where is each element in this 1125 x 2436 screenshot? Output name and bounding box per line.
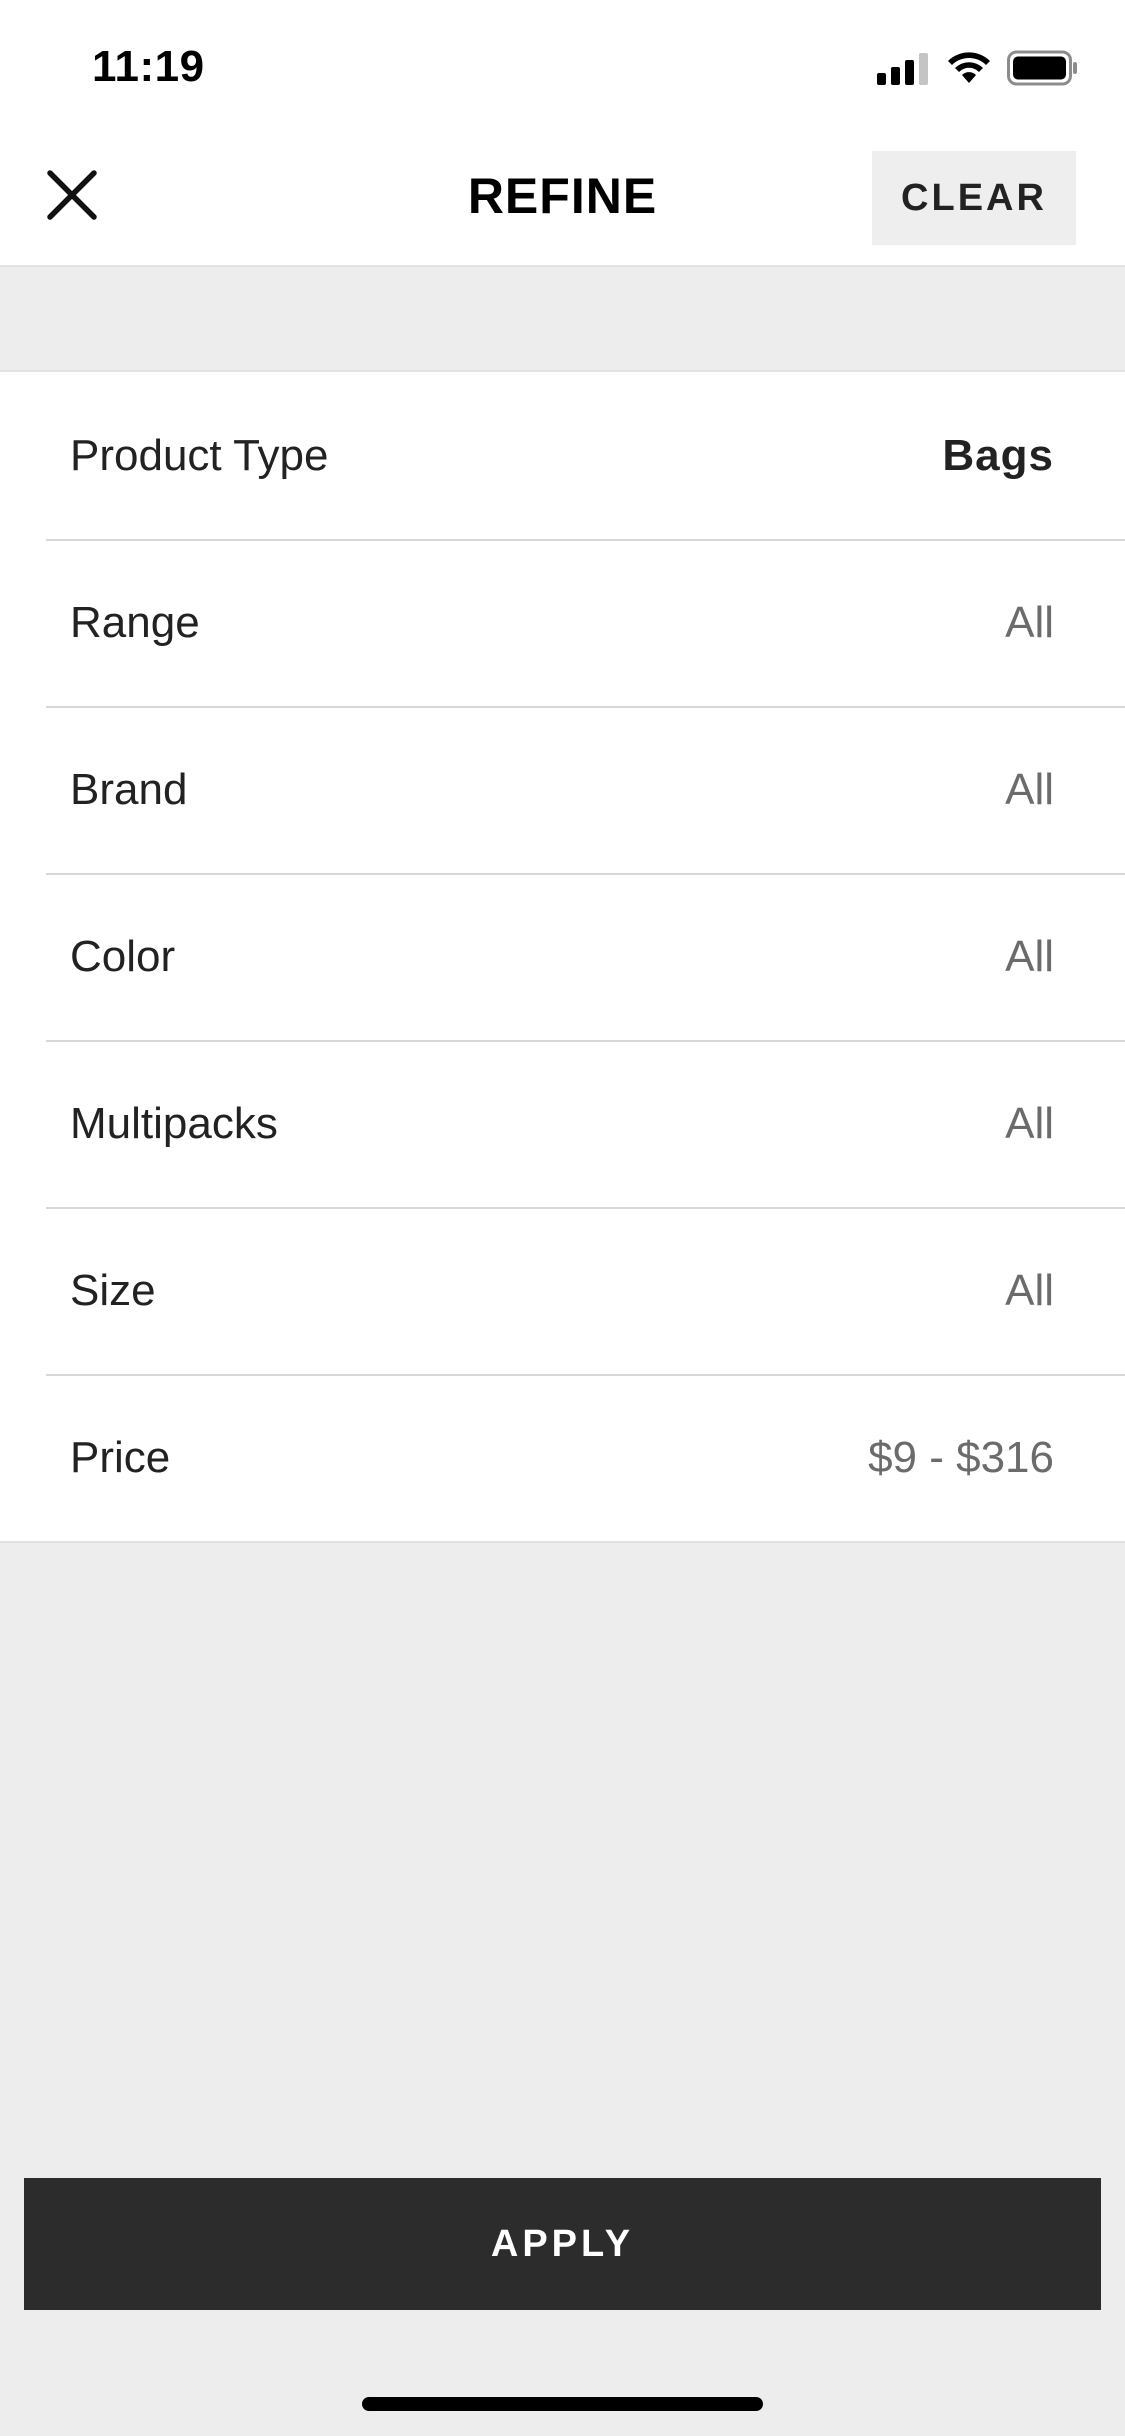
filter-value: All bbox=[1005, 598, 1054, 647]
filter-value: All bbox=[1005, 932, 1054, 981]
filter-value: All bbox=[1005, 1099, 1054, 1148]
section-spacer bbox=[0, 267, 1125, 370]
filter-label: Multipacks bbox=[70, 1099, 278, 1148]
filter-label: Range bbox=[70, 598, 200, 647]
filter-label: Color bbox=[70, 932, 176, 981]
wifi-icon bbox=[945, 51, 993, 90]
battery-icon bbox=[1007, 50, 1079, 91]
filter-row-price[interactable]: Price $9 - $316 bbox=[0, 1374, 1125, 1541]
filter-label: Size bbox=[70, 1266, 156, 1315]
filter-row-multipacks[interactable]: Multipacks All bbox=[0, 1040, 1125, 1207]
filter-value: $9 - $316 bbox=[868, 1433, 1054, 1482]
clear-button[interactable]: CLEAR bbox=[872, 151, 1076, 245]
status-bar: 11:19 bbox=[0, 0, 1125, 135]
filter-row-size[interactable]: Size All bbox=[0, 1207, 1125, 1374]
status-time: 11:19 bbox=[92, 42, 205, 91]
signal-icon bbox=[877, 51, 931, 90]
filter-value: Bags bbox=[942, 431, 1054, 480]
filter-row-range[interactable]: Range All bbox=[0, 539, 1125, 706]
filter-row-color[interactable]: Color All bbox=[0, 873, 1125, 1040]
filter-value: All bbox=[1005, 765, 1054, 814]
status-icons bbox=[877, 50, 1079, 91]
filter-label: Brand bbox=[70, 765, 188, 814]
filter-list: Product Type Bags Range All Brand All Co… bbox=[0, 370, 1125, 1543]
filter-row-product-type[interactable]: Product Type Bags bbox=[0, 372, 1125, 539]
filter-label: Product Type bbox=[70, 431, 329, 480]
refine-header: REFINE CLEAR bbox=[0, 135, 1125, 267]
filter-row-brand[interactable]: Brand All bbox=[0, 706, 1125, 873]
apply-button[interactable]: APPLY bbox=[24, 2178, 1101, 2310]
home-indicator[interactable] bbox=[362, 2397, 763, 2411]
filter-label: Price bbox=[70, 1433, 171, 1482]
filter-value: All bbox=[1005, 1266, 1054, 1315]
